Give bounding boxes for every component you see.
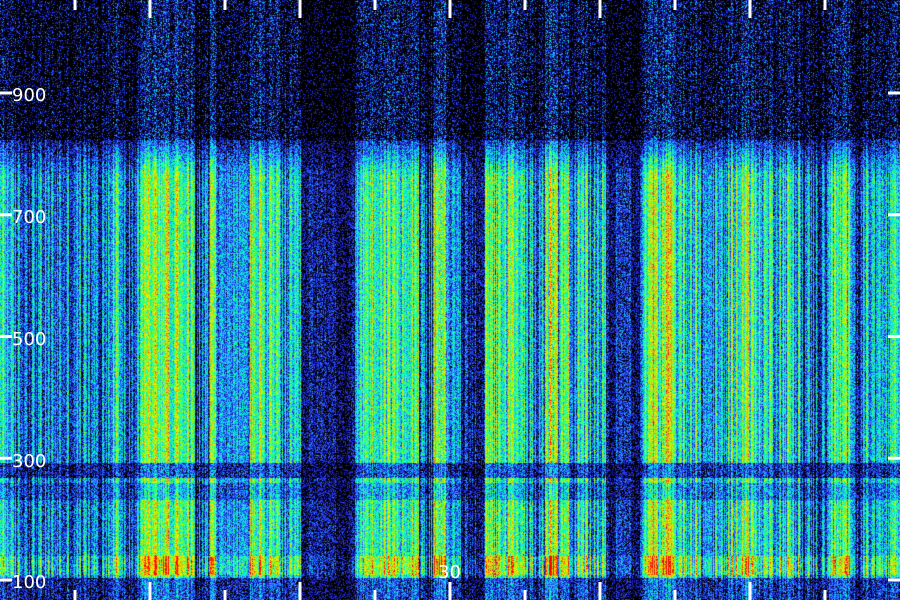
y-tick-label-300: 300 — [12, 451, 46, 472]
x-tick-label-30: 30 — [438, 562, 461, 583]
y-tick-label-500: 500 — [12, 329, 46, 350]
right-tick-marks — [888, 91, 900, 582]
top-tick-marks — [73, 0, 827, 18]
y-tick-label-100: 100 — [12, 572, 46, 593]
left-tick-marks — [0, 91, 12, 582]
y-tick-label-900: 900 — [12, 85, 46, 106]
bottom-tick-marks — [73, 582, 827, 600]
y-tick-label-700: 700 — [12, 207, 46, 228]
axis-overlay: 900 700 500 300 100 30 — [0, 0, 900, 600]
